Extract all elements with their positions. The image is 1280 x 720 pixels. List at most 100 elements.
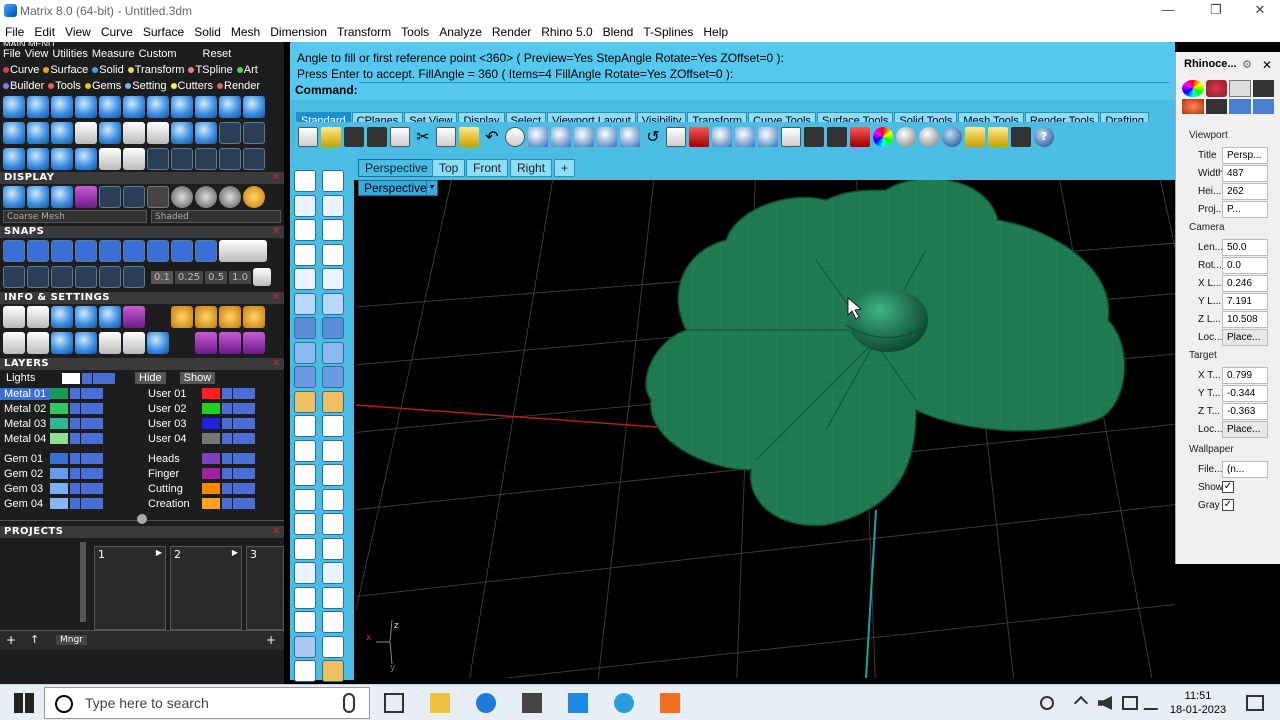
layer-color-swatch[interactable] [50, 433, 68, 444]
ghosted-icon[interactable] [99, 186, 121, 208]
free-curve-icon[interactable] [322, 268, 344, 290]
layer-lock-icon[interactable] [70, 453, 80, 464]
info-tab-icon[interactable] [1252, 99, 1274, 114]
display-close-icon[interactable]: ✕ [272, 172, 281, 184]
cube-view-icon[interactable] [51, 332, 73, 354]
tab-right[interactable]: Right [510, 159, 553, 177]
move-tool-icon[interactable] [99, 148, 121, 170]
layer-color-swatch[interactable] [50, 418, 68, 429]
add-icon[interactable]: + [6, 633, 16, 647]
layer-visible-icon[interactable] [233, 388, 255, 399]
rotation-field[interactable]: 0.0 [1222, 256, 1268, 274]
taskbar-search-box[interactable]: Type here to search [44, 687, 370, 719]
layer-color-swatch[interactable] [202, 468, 220, 479]
rotate-tool-icon[interactable] [171, 122, 193, 144]
edge-browser-icon[interactable] [476, 693, 496, 713]
layer-row[interactable]: Heads [140, 451, 280, 466]
menu-analyze[interactable]: Analyze [434, 25, 487, 39]
rectangle-icon[interactable] [322, 243, 344, 266]
rotate-view-icon[interactable] [528, 127, 548, 147]
grid-value-025[interactable]: 0.25 [174, 270, 204, 284]
lights-swatch[interactable] [62, 372, 80, 384]
menu-btn-reset[interactable]: Reset [203, 48, 232, 60]
projects-scrollbar[interactable] [80, 542, 86, 622]
layer-row[interactable]: Gem 01 [0, 451, 140, 466]
mirror-tool-icon[interactable] [123, 122, 145, 144]
layer-lock-icon[interactable] [70, 483, 80, 494]
menu-surface[interactable]: Surface [138, 25, 189, 39]
zoom-extents-icon[interactable] [597, 127, 617, 147]
circle-tool-icon[interactable] [243, 148, 265, 170]
cat-solid[interactable]: Solid [92, 64, 124, 76]
cat-transform[interactable]: Transform [127, 64, 184, 76]
layer-color-swatch[interactable] [50, 498, 68, 509]
polygon-icon[interactable] [294, 268, 316, 290]
project-slot[interactable]: 2 ▶ [170, 546, 242, 630]
move-tool-icon[interactable] [735, 127, 755, 147]
paste-icon[interactable] [459, 127, 479, 147]
info-close-icon[interactable]: ✕ [272, 292, 281, 304]
project-slot[interactable]: 1 ▶ [94, 546, 166, 630]
layer-row[interactable]: Metal 01 [0, 386, 140, 401]
rail-tool-icon[interactable] [75, 122, 97, 144]
join-icon[interactable] [294, 562, 316, 584]
select-arrow-icon[interactable] [294, 170, 316, 192]
mesh-quality-select[interactable]: Coarse Mesh [3, 210, 147, 223]
arc-3pt-icon[interactable] [322, 292, 344, 315]
manager-button[interactable]: Mngr [56, 635, 87, 645]
export-icon[interactable] [147, 332, 169, 354]
bezel-tool-icon[interactable] [51, 96, 73, 118]
snap-near-icon[interactable] [27, 240, 49, 262]
perspective-viewport[interactable]: x z y [356, 180, 1175, 678]
camera-y-field[interactable]: 7.191 [1222, 292, 1268, 310]
filter-icon[interactable] [99, 332, 121, 354]
snap-tan-icon[interactable] [171, 240, 193, 262]
layers-close-icon[interactable]: ✕ [272, 358, 281, 370]
menu-solid[interactable]: Solid [189, 25, 226, 39]
zoom-selected-icon[interactable] [620, 127, 640, 147]
store-icon[interactable] [522, 693, 542, 713]
layer-visible-icon[interactable] [81, 483, 103, 494]
layer-lock-icon[interactable] [70, 418, 80, 429]
select-all-icon[interactable] [712, 127, 732, 147]
tab-perspective[interactable]: Perspective [358, 159, 435, 177]
text-icon[interactable] [294, 513, 316, 535]
layer-color-swatch[interactable] [202, 433, 220, 444]
gem-report-icon[interactable] [243, 306, 265, 328]
import-icon[interactable] [390, 127, 410, 147]
options-gear-icon[interactable] [988, 127, 1008, 147]
color-wheel-icon[interactable] [873, 127, 893, 147]
planar-icon[interactable] [27, 266, 49, 288]
surface-sweep-icon[interactable] [322, 366, 344, 388]
microphone-icon[interactable] [343, 693, 355, 713]
bail-tool-icon[interactable] [195, 96, 217, 118]
zoom-icon[interactable] [27, 306, 49, 328]
layer-lock-icon[interactable] [222, 418, 232, 429]
layer-visible-icon[interactable] [81, 453, 103, 464]
target-x-field[interactable]: 0.799 [1222, 366, 1268, 384]
cat-curve[interactable]: Curve [3, 64, 39, 76]
join-tool-icon[interactable] [195, 148, 217, 170]
filigree-tool-icon[interactable] [243, 122, 265, 144]
show-layers-button[interactable]: Show [179, 372, 216, 384]
layer-lock-icon[interactable] [70, 388, 80, 399]
texture-tab-icon[interactable] [1182, 99, 1204, 114]
layer-lock-icon[interactable] [70, 403, 80, 414]
box-solid-icon[interactable] [294, 317, 316, 339]
menu-blend[interactable]: Blend [598, 25, 639, 39]
target-place-button[interactable]: Place... [1222, 420, 1268, 438]
gold-sphere-icon[interactable] [243, 186, 265, 208]
windows-start-icon[interactable] [14, 693, 34, 713]
layer-lock-icon[interactable] [222, 453, 232, 464]
gem-tool-icon[interactable] [27, 96, 49, 118]
color-tab-icon[interactable] [1182, 80, 1204, 97]
layer-row[interactable]: Creation [140, 496, 280, 511]
wallpaper-gray-checkbox[interactable]: ✓ [1222, 499, 1234, 511]
blank-tab-icon[interactable] [1229, 80, 1251, 97]
mail-icon[interactable] [568, 693, 588, 713]
copy-tool-icon[interactable] [758, 127, 778, 147]
layer-lock-icon[interactable] [70, 433, 80, 444]
diamond-tool-icon[interactable] [27, 122, 49, 144]
split-icon[interactable] [294, 537, 316, 560]
help-icon[interactable]: ? [1034, 127, 1054, 147]
